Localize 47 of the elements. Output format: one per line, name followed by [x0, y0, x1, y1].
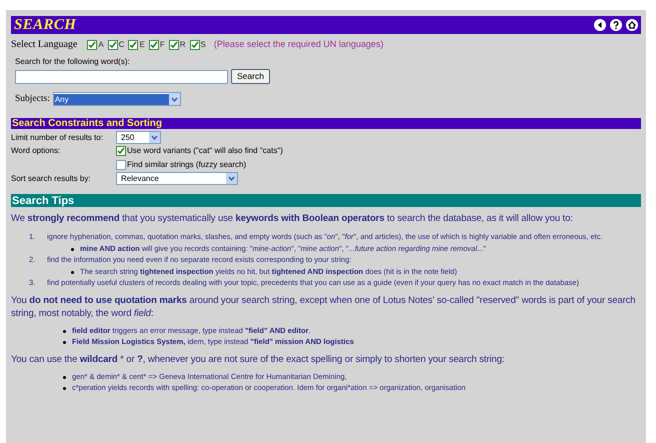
- language-label: Select Language: [11, 38, 78, 52]
- home-icon[interactable]: [626, 19, 638, 31]
- bullet-icon: [63, 330, 66, 333]
- sort-select[interactable]: Relevance: [116, 172, 238, 186]
- page-title: SEARCH: [14, 16, 76, 35]
- option-label: Find similar strings (fuzzy search): [127, 159, 246, 172]
- option-label: Use word variants ("cat" will also find "cats"): [127, 145, 283, 158]
- subjects-select[interactable]: Any: [52, 92, 181, 106]
- checkbox[interactable]: [128, 40, 138, 50]
- dropdown-icon: [168, 93, 180, 106]
- tip-paragraph: You do not need to use quotation marks around your search string, except when one of Lotus Notes' so-called "reserved" words is part of your search string, most notably, the word field:: [11, 294, 636, 320]
- subjects-value: Any: [54, 94, 169, 105]
- limit-select[interactable]: 250: [116, 131, 161, 144]
- bullet-icon: [63, 387, 66, 390]
- bullet-icon: [71, 270, 74, 274]
- checkbox[interactable]: [190, 40, 200, 50]
- help-icon[interactable]: [610, 19, 622, 31]
- language-code: S: [200, 38, 206, 50]
- section-title: Search Constraints and Sorting: [12, 118, 162, 130]
- checkbox[interactable]: [148, 40, 159, 50]
- language-code: A: [98, 38, 104, 50]
- tip-paragraph: You can use the wildcard* or ?, whenever you are not sure of the exact spelling or simply to shorten your search string:: [11, 352, 506, 366]
- checkbox[interactable]: [108, 40, 118, 50]
- checkbox[interactable]: [168, 40, 179, 50]
- bullet-icon: [63, 376, 66, 379]
- checkbox[interactable]: [116, 146, 126, 156]
- bullet-icon: [71, 248, 74, 251]
- limit-label: Limit number of results to:: [11, 132, 104, 144]
- word-options-label: Word options:: [11, 145, 62, 158]
- back-icon[interactable]: [594, 19, 606, 31]
- language-code: F: [160, 38, 165, 50]
- language-code: E: [139, 38, 145, 50]
- language-hint: (Please select the required UN languages): [214, 38, 384, 51]
- language-code: R: [180, 38, 186, 50]
- search-button[interactable]: Search: [231, 69, 270, 84]
- search-field[interactable]: [15, 70, 228, 84]
- sort-label: Sort search results by:: [11, 172, 92, 185]
- checkbox[interactable]: [116, 160, 126, 170]
- search-label: Search for the following word(s):: [15, 56, 131, 68]
- bullet-icon: [63, 341, 66, 344]
- dropdown-icon: [149, 132, 160, 144]
- checkbox[interactable]: [87, 40, 98, 50]
- dropdown-icon: [226, 173, 237, 184]
- subjects-label: Subjects:: [15, 93, 50, 106]
- tip-paragraph: We strongly recommend that you systematically use keywords with Boolean operators to search the database, as it will allow you to:: [11, 212, 574, 226]
- language-code: C: [118, 38, 124, 50]
- section-title: Search Tips: [12, 194, 74, 208]
